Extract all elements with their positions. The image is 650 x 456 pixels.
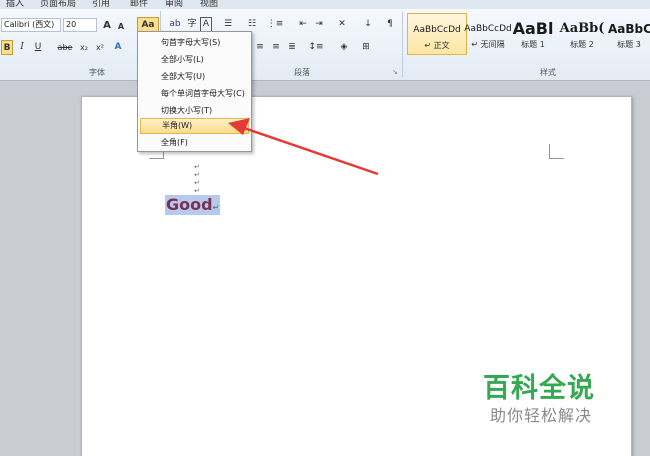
tab-view[interactable]: 视图 xyxy=(200,0,218,9)
menu-item-capitalize-each-word[interactable]: 每个单词首字母大写(C) xyxy=(140,86,249,102)
selected-text[interactable]: Good↵ xyxy=(165,195,221,215)
borders-icon[interactable]: ⊞ xyxy=(358,40,374,55)
shading-icon[interactable]: ◈ xyxy=(336,40,352,55)
phonetic-guide-icon[interactable]: ab xyxy=(168,17,182,32)
change-case-menu: 句首字母大写(S) 全部小写(L) 全部大写(U) 每个单词首字母大写(C) 切… xyxy=(137,31,252,152)
style-sample: AaBb( xyxy=(559,21,605,36)
increase-indent-icon[interactable]: ⇥ xyxy=(312,17,326,32)
bullets-icon[interactable]: ☰ xyxy=(220,17,236,32)
align-right-icon[interactable]: ≡ xyxy=(254,40,266,55)
document-text[interactable]: Good xyxy=(166,195,213,214)
paragraph-mark: ↵ xyxy=(194,163,200,171)
style-sample: AaBl xyxy=(512,19,554,38)
crop-mark-top-right xyxy=(549,144,564,159)
sort-icon[interactable]: ↓ xyxy=(362,17,374,32)
tab-review[interactable]: 审阅 xyxy=(165,0,183,9)
tab-insert[interactable]: 插入 xyxy=(6,0,24,9)
paragraph-mark: ↵ xyxy=(194,179,200,187)
ribbon-tab-strip: 插入 页面布局 引用 邮件 审阅 视图 xyxy=(0,0,650,9)
ribbon: Calibri (西文) 20 A A Aa B I U abe x₂ x² A… xyxy=(0,9,650,81)
font-size-combo[interactable]: 20 xyxy=(63,18,97,32)
change-case-button[interactable]: Aa xyxy=(137,17,159,32)
style-name: 标题 1 xyxy=(521,40,545,49)
menu-item-uppercase[interactable]: 全部大写(U) xyxy=(140,69,249,85)
subscript-button[interactable]: x₂ xyxy=(77,40,91,55)
style-sample: AaBbC xyxy=(608,22,650,36)
style-heading-2[interactable]: AaBb( 标题 2 xyxy=(558,13,606,55)
justify-icon[interactable]: ≡ xyxy=(270,40,282,55)
style-heading-3[interactable]: AaBbC 标题 3 xyxy=(608,13,650,55)
watermark-title: 百科全说 xyxy=(483,373,595,404)
tab-page-layout[interactable]: 页面布局 xyxy=(40,0,76,9)
strikethrough-button[interactable]: abe xyxy=(55,40,75,55)
paragraph-mark: ↵ xyxy=(194,171,200,179)
group-separator xyxy=(402,11,403,77)
menu-item-half-width[interactable]: 半角(W) xyxy=(140,118,249,134)
multilevel-list-icon[interactable]: ⋮≡ xyxy=(266,17,284,32)
style-name: 标题 3 xyxy=(617,40,641,49)
text-effects-icon[interactable]: A xyxy=(111,40,125,55)
menu-item-lowercase[interactable]: 全部小写(L) xyxy=(140,52,249,68)
numbering-icon[interactable]: ☷ xyxy=(244,17,260,32)
font-group-label: 字体 xyxy=(89,68,105,77)
style-name: 标题 2 xyxy=(570,40,594,49)
menu-item-sentence-case[interactable]: 句首字母大写(S) xyxy=(140,35,249,51)
enclose-char-icon[interactable]: 字 xyxy=(186,17,198,32)
tab-mailings[interactable]: 邮件 xyxy=(130,0,148,9)
styles-group-label: 样式 xyxy=(540,68,556,77)
watermark-subtitle: 助你轻松解决 xyxy=(490,406,593,425)
bold-button[interactable]: B xyxy=(1,40,13,55)
paragraph-mark: ↵ xyxy=(194,187,200,195)
paragraph-group-label: 段落 xyxy=(294,68,310,77)
italic-button[interactable]: I xyxy=(17,40,27,55)
grow-font-button[interactable]: A xyxy=(101,18,113,33)
menu-item-full-width[interactable]: 全角(F) xyxy=(140,135,249,151)
decrease-indent-icon[interactable]: ⇤ xyxy=(296,17,310,32)
show-marks-icon[interactable]: ¶ xyxy=(384,17,396,32)
char-border-icon[interactable]: A xyxy=(200,17,212,32)
shrink-font-button[interactable]: A xyxy=(116,19,126,34)
distributed-icon[interactable]: ≣ xyxy=(286,40,298,55)
line-spacing-icon[interactable]: ↕≡ xyxy=(308,40,324,55)
underline-button[interactable]: U xyxy=(32,40,44,55)
paragraph-dialog-launcher-icon[interactable]: ↘ xyxy=(392,68,398,76)
tab-references[interactable]: 引用 xyxy=(92,0,110,9)
style-heading-1[interactable]: AaBl 标题 1 xyxy=(508,13,558,55)
font-name-combo[interactable]: Calibri (西文) xyxy=(1,18,61,32)
superscript-button[interactable]: x² xyxy=(93,40,107,55)
chinese-layout-icon[interactable]: ✕ xyxy=(334,17,350,32)
menu-item-toggle-case[interactable]: 切换大小写(T) xyxy=(140,103,249,119)
paragraph-mark: ↵ xyxy=(212,203,220,212)
